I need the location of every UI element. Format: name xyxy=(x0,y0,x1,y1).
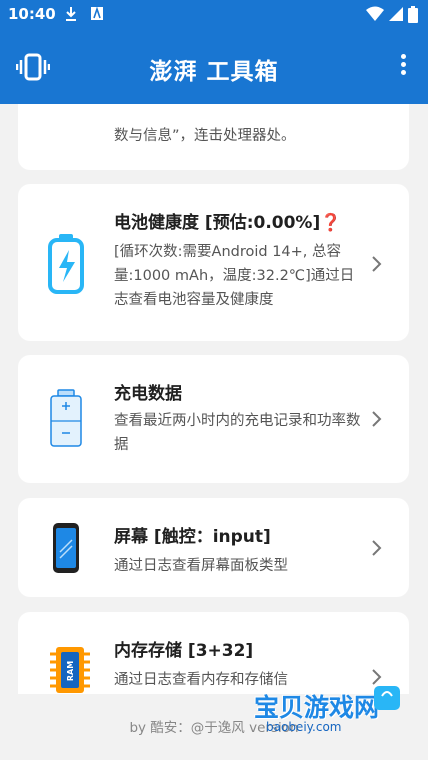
status-time: 10:40 xyxy=(8,5,56,23)
smartphone-icon xyxy=(53,523,79,573)
watermark: 宝贝游戏网 baobeiy.com xyxy=(254,676,404,736)
app-title: 澎湃 工具箱 xyxy=(149,59,279,85)
watermark-url: baobeiy.com xyxy=(266,720,342,734)
signal-icon xyxy=(389,7,403,21)
tool-card-processor[interactable]: 数与信息”，连击处理器处。 xyxy=(18,104,409,170)
status-bar: 10:40 xyxy=(0,0,428,30)
card-title: 充电数据 xyxy=(114,384,182,404)
card-description: 查看最近两小时内的充电记录和功率数据 xyxy=(114,413,361,453)
chevron-right-icon xyxy=(372,256,382,272)
card-description: [循环次数:需要Android 14+, 总容量:1000 mAh，温度:32.… xyxy=(114,244,355,308)
chevron-right-icon xyxy=(372,540,382,556)
tool-list[interactable]: 数与信息”，连击处理器处。 电池健康度 [预估:0.00%]❓ [循环次数:需要… xyxy=(0,104,428,694)
card-description: 通过日志查看屏幕面板类型 xyxy=(114,558,288,574)
card-title: 屏幕 [触控：input] xyxy=(114,527,271,547)
more-menu-button[interactable] xyxy=(398,54,408,80)
app-notification-icon xyxy=(91,6,103,20)
download-icon xyxy=(66,7,76,21)
watermark-text: 宝贝游戏网 xyxy=(254,693,380,722)
ram-chip-icon: RAM xyxy=(50,647,90,693)
svg-text:RAM: RAM xyxy=(66,661,75,681)
battery-cell-icon xyxy=(50,389,82,447)
battery-charging-icon xyxy=(48,234,84,294)
tool-card-screen[interactable]: 屏幕 [触控：input] 通过日志查看屏幕面板类型 xyxy=(18,498,409,597)
card-description: 数与信息”，连击处理器处。 xyxy=(114,128,296,144)
app-bar: 澎湃 工具箱 xyxy=(0,30,428,104)
tool-card-charging-data[interactable]: 充电数据 查看最近两小时内的充电记录和功率数据 xyxy=(18,355,409,483)
card-title: 内存存储 [3+32] xyxy=(114,641,254,661)
watermark-logo-icon xyxy=(374,686,400,710)
card-title: 电池健康度 [预估:0.00%]❓ xyxy=(114,213,342,233)
chevron-right-icon xyxy=(372,411,382,427)
tool-card-battery-health[interactable]: 电池健康度 [预估:0.00%]❓ [循环次数:需要Android 14+, 总… xyxy=(18,184,409,341)
wifi-icon xyxy=(366,6,384,21)
battery-icon xyxy=(408,6,418,23)
